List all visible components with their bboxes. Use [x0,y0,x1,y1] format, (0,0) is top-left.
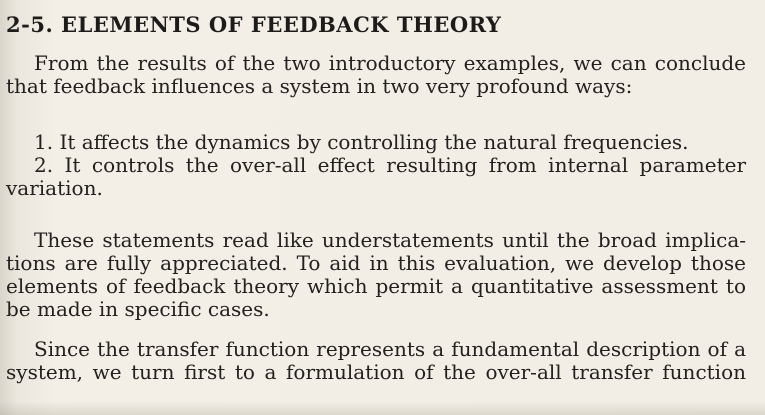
text-line: Since the transfer function represents a… [34,337,746,361]
text-line: variation. [6,176,103,200]
list-item-2: 2. It controls the over-all effect resul… [34,153,746,177]
book-page: 2-5. ELEMENTS OF FEEDBACK THEORY From th… [0,0,765,415]
paragraph-list: 1. It affects the dynamics by controllin… [6,131,746,200]
text-line: From the results of the two introductory… [34,51,746,75]
section-heading: 2-5. ELEMENTS OF FEEDBACK THEORY [6,12,502,37]
text-line: These statements read like understatemen… [34,228,746,252]
paragraph-intro: From the results of the two introductory… [6,52,746,98]
text-line: be made in specific cases. [6,297,270,321]
list-item-1: 1. It affects the dynamics by controllin… [34,130,689,154]
page-shadow [0,401,765,415]
text-line: elements of feedback theory which permit… [6,274,746,298]
text-line: system, we turn first to a formulation o… [6,360,746,384]
text-line: tions are fully appreciated. To aid in t… [6,251,746,275]
text-line: that feedback influences a system in two… [6,74,633,98]
paragraph-statements: These statements read like understatemen… [6,229,746,321]
paragraph-transfer-function: Since the transfer function represents a… [6,338,746,384]
